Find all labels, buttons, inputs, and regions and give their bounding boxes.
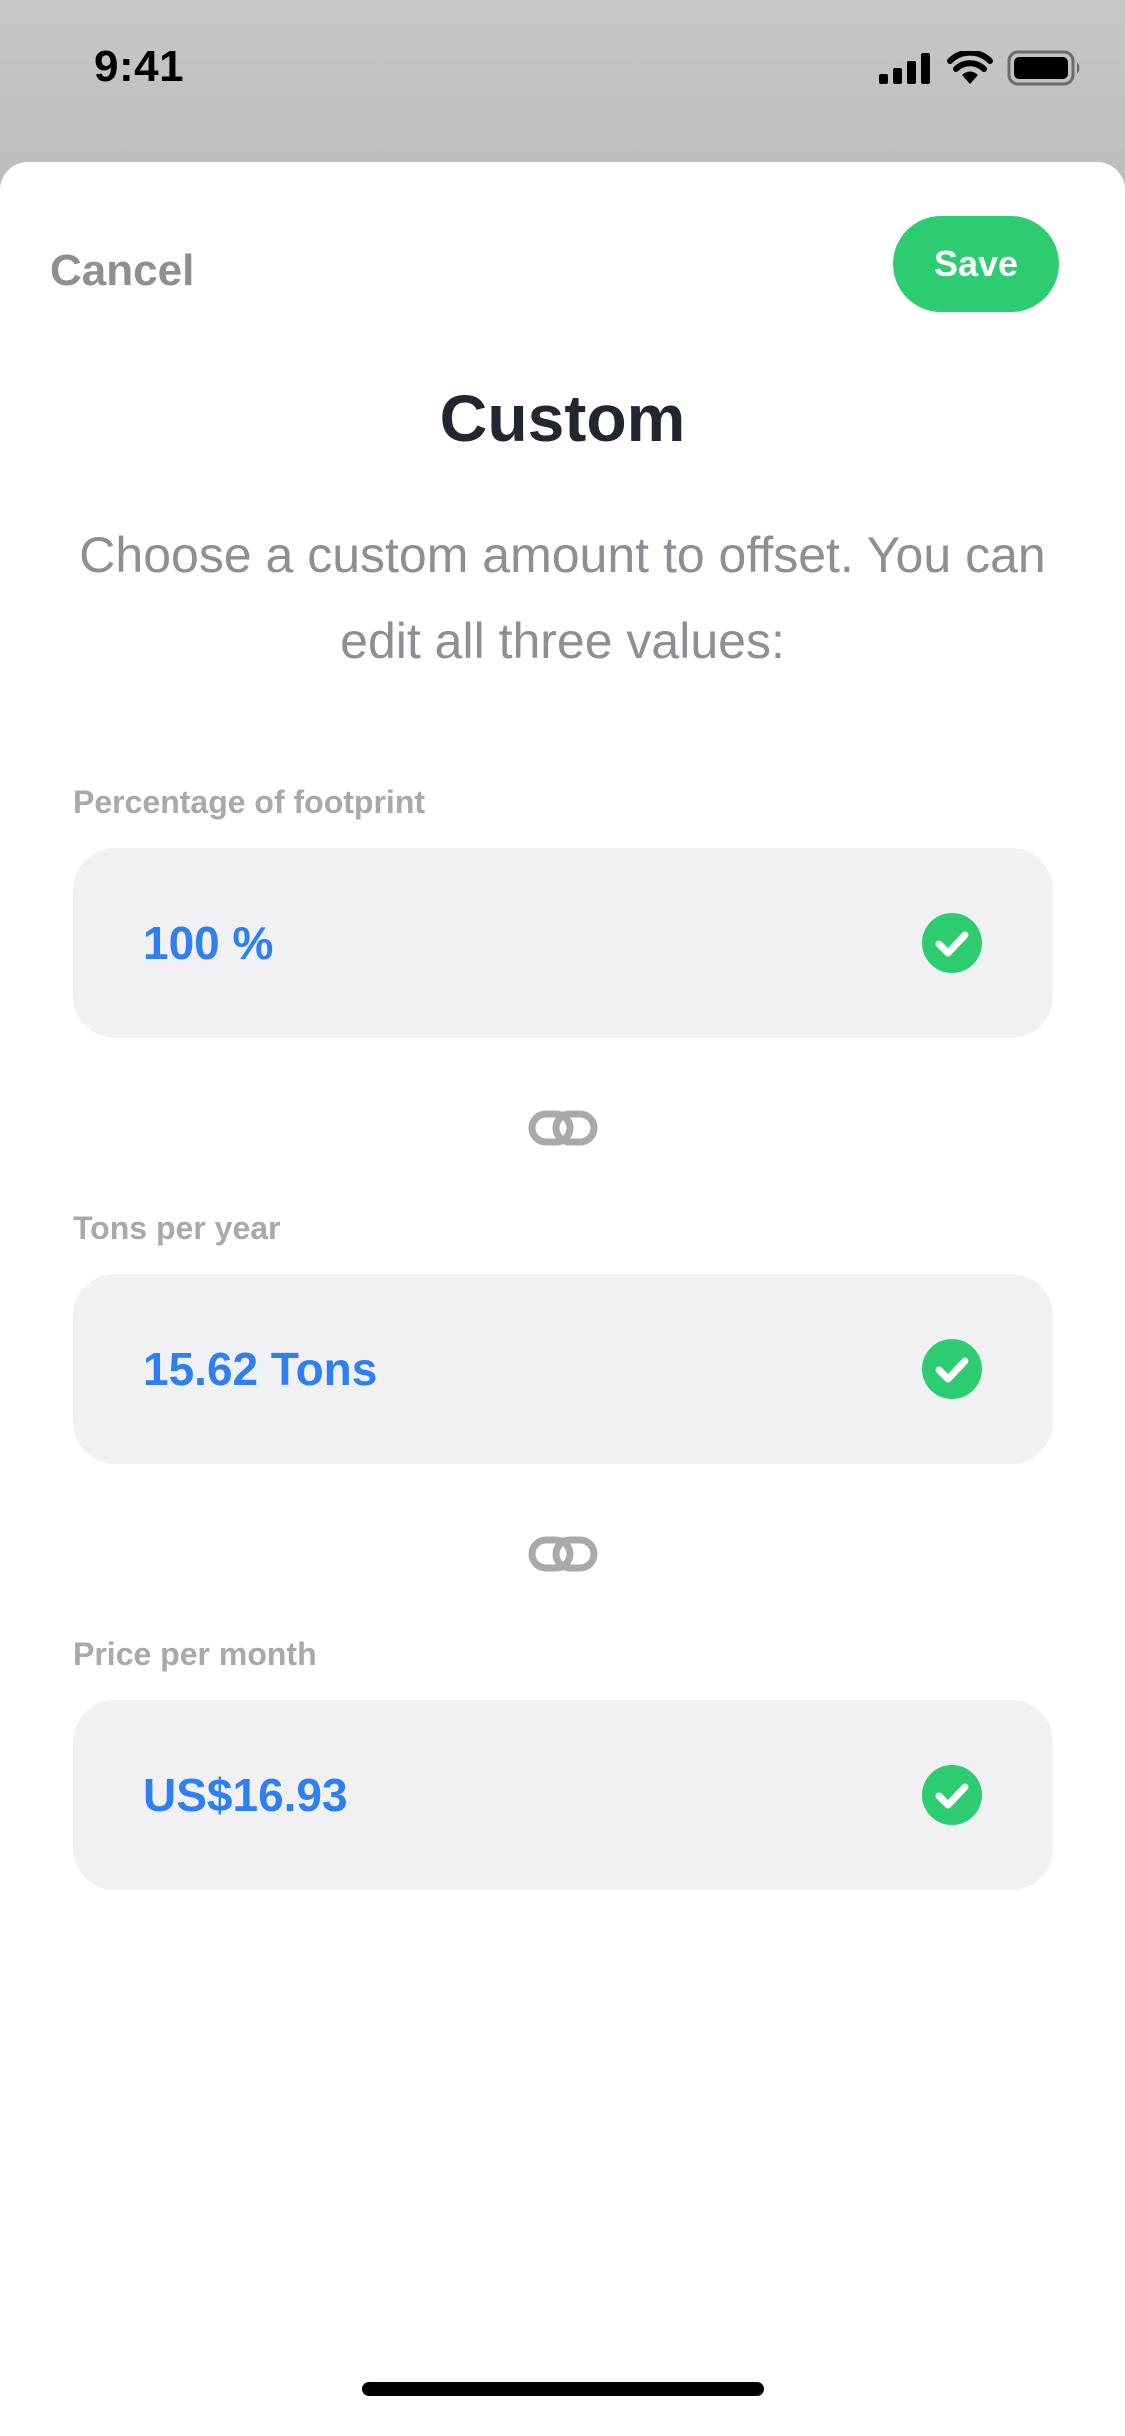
price-value[interactable]: US$16.93: [143, 1700, 348, 1890]
custom-offset-sheet: Cancel Save Custom Choose a custom amoun…: [0, 162, 1125, 2436]
status-time: 9:41: [94, 42, 185, 91]
wifi-icon: [947, 51, 993, 84]
page-subtitle: Choose a custom amount to offset. You ca…: [79, 527, 1046, 669]
tons-field-label: Tons per year: [73, 1210, 281, 1246]
save-button[interactable]: Save: [893, 216, 1059, 312]
percentage-value[interactable]: 100 %: [143, 848, 273, 1038]
home-indicator[interactable]: [362, 2382, 764, 2396]
battery-icon: [1007, 50, 1080, 86]
price-field[interactable]: US$16.93: [73, 1700, 1053, 1890]
status-icons: [879, 50, 1083, 86]
tons-value[interactable]: 15.62 Tons: [143, 1274, 377, 1464]
cellular-signal-icon: [879, 53, 930, 84]
percentage-field-label: Percentage of footprint: [73, 784, 426, 820]
price-field-label: Price per month: [73, 1636, 317, 1672]
page-title: Custom: [439, 381, 686, 455]
check-circle-icon: [922, 1339, 982, 1399]
link-icon: [528, 1536, 598, 1572]
percentage-field[interactable]: 100 %: [73, 848, 1053, 1038]
tons-field[interactable]: 15.62 Tons: [73, 1274, 1053, 1464]
check-circle-icon: [922, 913, 982, 973]
cancel-button[interactable]: Cancel: [50, 246, 194, 296]
status-bar: 9:41: [0, 0, 1125, 140]
link-icon: [528, 1110, 598, 1146]
check-circle-icon: [922, 1765, 982, 1825]
